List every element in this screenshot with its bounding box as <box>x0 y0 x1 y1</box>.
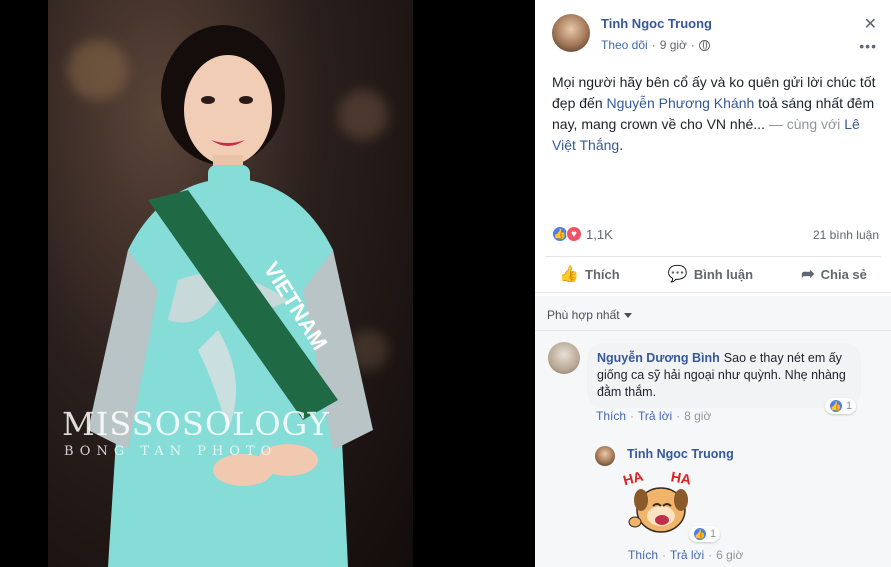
post-time[interactable]: 9 giờ <box>660 38 687 52</box>
haha-dog-sticker[interactable]: HA HA <box>619 466 697 538</box>
like-reaction-icon: 👍 <box>829 399 843 413</box>
like-label: Thích <box>585 266 620 282</box>
reply-reaction-count: 1 <box>710 528 717 540</box>
post-text: Mọi người hãy bên cổ ấy và ko quên gửi l… <box>552 72 882 156</box>
reaction-count: 1,1K <box>586 226 613 242</box>
like-button[interactable]: 👍 Thích <box>559 264 620 284</box>
meta-dot: · <box>651 38 656 52</box>
post-text-part: . <box>619 137 624 153</box>
like-reaction-icon: 👍 <box>693 527 707 541</box>
reply-header: Tinh Ngoc Truong <box>627 447 738 461</box>
watermark: MISSOSOLOGY <box>62 405 330 443</box>
reply-time[interactable]: 6 giờ <box>716 548 743 562</box>
reply-like-link[interactable]: Thích <box>628 548 658 562</box>
comment-bubble: Nguyễn Dương Bình Sao e thay nét em ấy gi… <box>587 343 861 408</box>
post-panel: Tinh Ngoc Truong Theo dõi · 9 giờ · ✕ ••… <box>535 0 891 567</box>
dot-separator: · <box>676 409 681 423</box>
comment-sort-dropdown[interactable]: Phù hợp nhất <box>547 308 632 322</box>
author-avatar[interactable] <box>552 14 590 52</box>
replier-avatar[interactable] <box>595 446 615 466</box>
divider <box>545 256 881 257</box>
comment-time[interactable]: 8 giờ <box>684 409 711 423</box>
comment-button[interactable]: 💬 Bình luận <box>668 264 753 284</box>
close-icon[interactable]: ✕ <box>864 14 877 34</box>
commenter-name[interactable]: Nguyễn Dương Bình <box>597 351 720 365</box>
reply-reply-link[interactable]: Trả lời <box>670 548 704 562</box>
globe-icon <box>698 39 710 51</box>
speech-bubble-icon: 💬 <box>667 266 688 283</box>
follow-link[interactable]: Theo dõi <box>601 38 648 52</box>
comment-like-link[interactable]: Thích <box>596 409 626 423</box>
comment-reaction-count: 1 <box>846 400 853 412</box>
dot-separator: · <box>630 409 635 423</box>
share-button[interactable]: ➦ Chia sẻ <box>801 264 867 284</box>
more-options-icon[interactable]: ••• <box>859 38 877 54</box>
meta-dot: · <box>690 38 695 52</box>
reply-reaction-badge[interactable]: 👍 1 <box>689 526 721 542</box>
dot-separator: · <box>708 548 713 562</box>
reactions-summary[interactable]: 👍 ♥ 1,1K <box>552 226 613 242</box>
sort-label: Phù hợp nhất <box>547 308 620 322</box>
divider <box>535 292 891 293</box>
comment-count[interactable]: 21 bình luận <box>813 228 879 242</box>
love-reaction-icon: ♥ <box>566 226 582 242</box>
share-arrow-icon: ➦ <box>801 266 815 283</box>
comment-actions: Thích · Trả lời · 8 giờ <box>596 409 711 423</box>
mention-link[interactable]: Nguyễn Phương Khánh <box>607 95 755 111</box>
woman-figure: VIETNAM <box>88 25 373 567</box>
reply-actions: Thích · Trả lời · 6 giờ <box>628 548 743 562</box>
watermark-sub: BONG TAN PHOTO <box>64 444 278 459</box>
dot-separator: · <box>662 548 667 562</box>
post-photo[interactable]: VIETNAM MISSOSOLOGY BONG TAN PHOTO <box>48 0 413 567</box>
sticker-text: HA <box>669 468 693 488</box>
action-bar: 👍 Thích 💬 Bình luận ➦ Chia sẻ <box>535 258 891 290</box>
divider <box>535 330 891 331</box>
caret-down-icon <box>623 312 632 318</box>
commenter-avatar[interactable] <box>548 342 580 374</box>
comment-label: Bình luận <box>693 266 754 282</box>
photo-viewer: VIETNAM MISSOSOLOGY BONG TAN PHOTO <box>0 0 535 567</box>
share-label: Chia sẻ <box>820 266 867 282</box>
comment-reply-link[interactable]: Trả lời <box>638 409 672 423</box>
replier-name[interactable]: Tinh Ngoc Truong <box>627 447 734 461</box>
thumbs-up-icon: 👍 <box>559 266 580 283</box>
author-name[interactable]: Tinh Ngoc Truong <box>601 16 712 31</box>
with-text: — cùng với <box>764 116 845 132</box>
post-meta: Theo dõi · 9 giờ · <box>601 38 710 52</box>
comment-reaction-badge[interactable]: 👍 1 <box>825 398 857 414</box>
